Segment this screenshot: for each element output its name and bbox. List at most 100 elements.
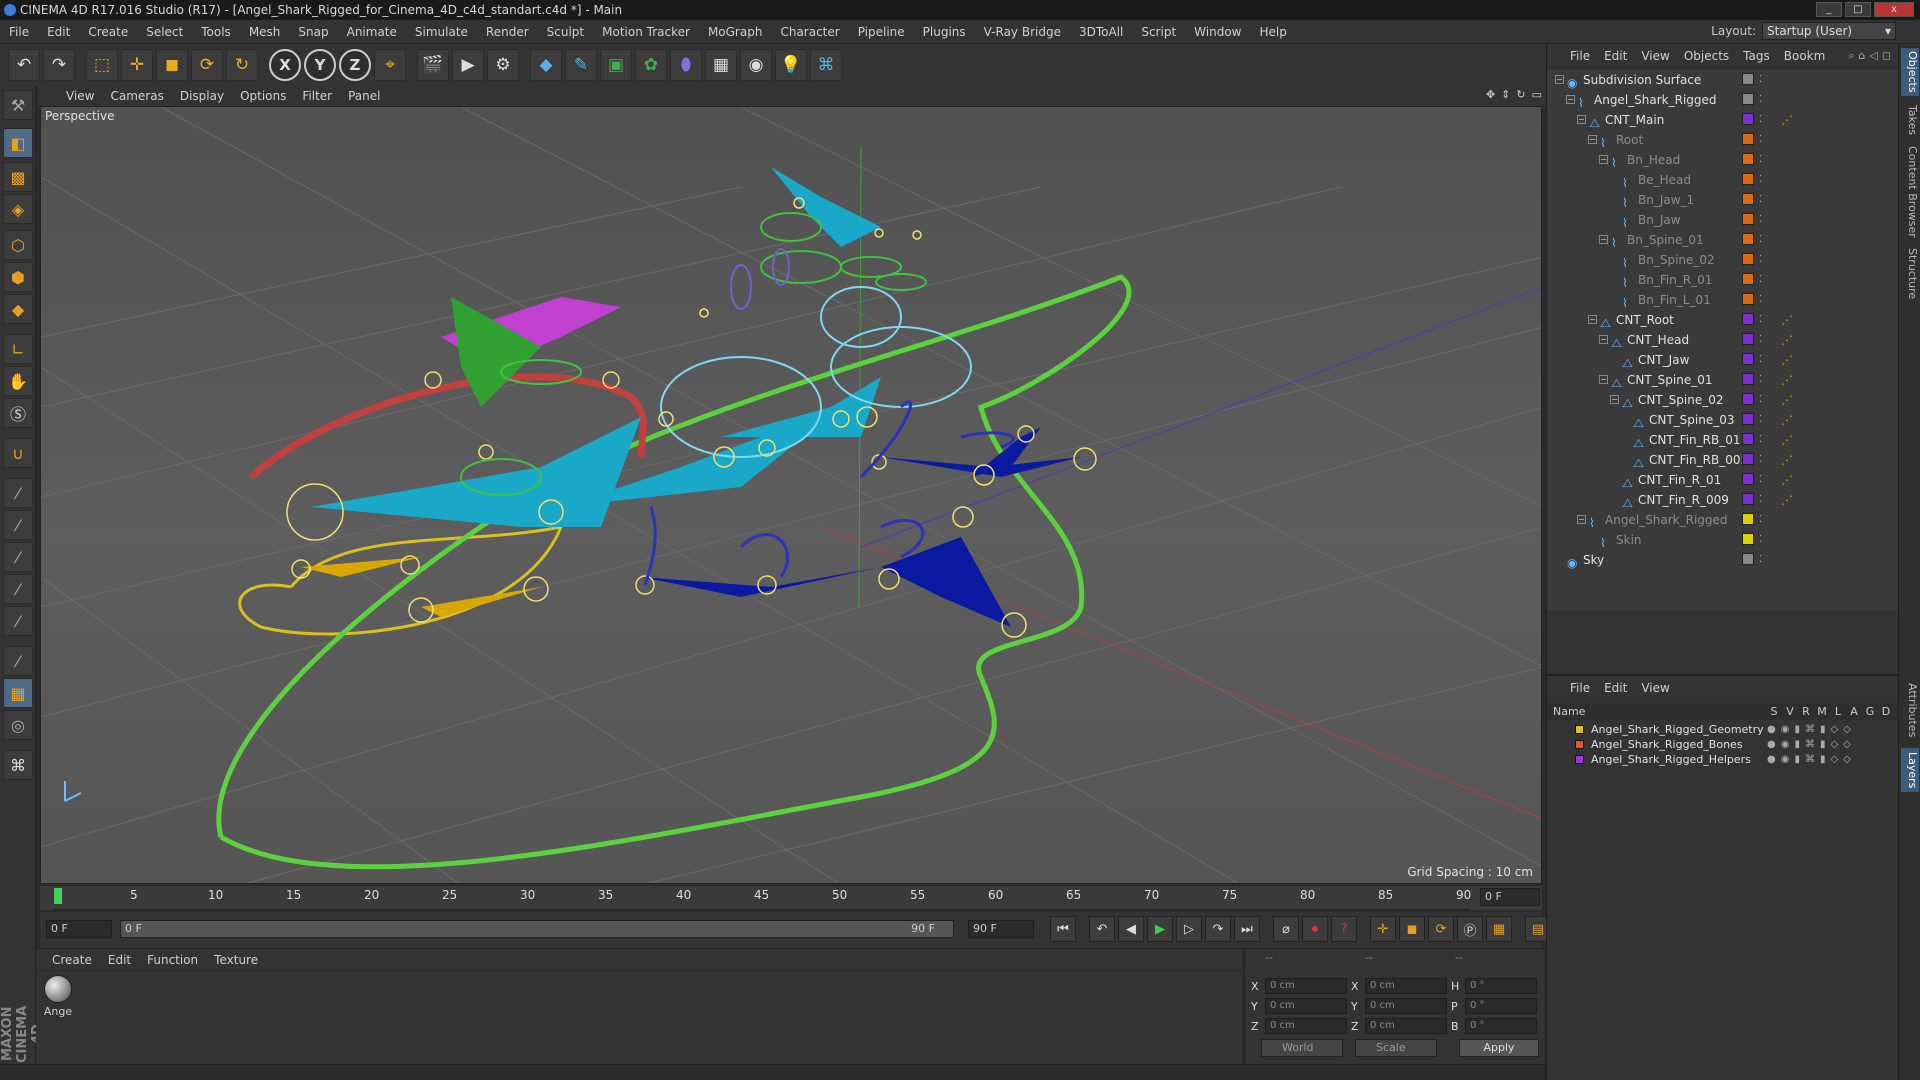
layer-color-tag[interactable] [1742,253,1754,265]
menu-character[interactable]: Character [771,25,848,39]
object-tree-row[interactable]: − ⧍ CNT_Head ⁚ ⋰ [1547,330,1899,350]
sculpt-brush-grab-icon[interactable]: ⁄ [3,510,33,540]
z-axis-lock-button[interactable]: Z [339,49,371,81]
maximize-button[interactable]: □ [1845,2,1871,17]
expand-collapse-icon[interactable]: − [1599,155,1608,164]
python-script-icon[interactable]: ⌘ [3,750,33,780]
visibility-dots-icon[interactable]: ⁚ [1759,430,1762,450]
material-menu-function[interactable]: Function [139,953,206,967]
deformer-icon[interactable]: ⬮ [670,49,702,81]
scale-tool-icon[interactable]: ◼ [156,49,188,81]
object-tree-row[interactable]: − ⧍ CNT_Root ⁚ ⋰ [1547,310,1899,330]
layer-row[interactable]: Angel_Shark_Rigged_Geometry ●◉▮⌘▮◇◇ [1547,722,1899,737]
object-tag-icon[interactable]: ⋰ [1781,370,1793,390]
next-key-icon[interactable]: ↷ [1205,916,1231,942]
previous-key-icon[interactable]: ↶ [1089,916,1115,942]
layers-menu-view[interactable]: View [1634,681,1676,695]
live-selection-icon[interactable]: ⬚ [86,49,118,81]
go-to-end-icon[interactable]: ⏭ [1234,916,1260,942]
object-tree-row[interactable]: − ⌇ Bn_Spine_01 ⁚ [1547,230,1899,250]
object-tag-icon[interactable]: ⋰ [1781,490,1793,510]
menu-motion-tracker[interactable]: Motion Tracker [593,25,699,39]
layer-color-tag[interactable] [1742,313,1754,325]
render-view-icon[interactable]: 🎬 [417,49,449,81]
objects-menu-view[interactable]: View [1634,49,1676,63]
visibility-dots-icon[interactable]: ⁚ [1759,270,1762,290]
menu-mograph[interactable]: MoGraph [699,25,772,39]
render-settings-icon[interactable]: ⚙ [487,49,519,81]
frame-range-slider[interactable]: 0 F 90 F [120,920,954,938]
expand-collapse-icon[interactable]: − [1555,75,1564,84]
light-icon[interactable]: 💡 [775,49,807,81]
subdivision-surface-icon[interactable]: ▣ [600,49,632,81]
key-scale-icon[interactable]: ◼ [1399,916,1425,942]
layer-color-tag[interactable] [1742,353,1754,365]
layer-color-tag[interactable] [1742,373,1754,385]
layer-color-tag[interactable] [1742,533,1754,545]
visibility-dots-icon[interactable]: ⁚ [1759,150,1762,170]
play-forward-icon[interactable]: ▶ [1147,916,1173,942]
layer-color-tag[interactable] [1742,513,1754,525]
object-tag-icon[interactable]: ⋰ [1781,350,1793,370]
size-y-field[interactable]: 0 cm [1365,998,1447,1014]
object-tree-row[interactable]: − ⌇ Angel_Shark_Rigged ⁚ [1547,510,1899,530]
toggle-viewport-layout-icon[interactable]: ▭ [1532,88,1542,101]
object-tree-row[interactable]: ⧍ CNT_Fin_R_01 ⁚ ⋰ [1547,470,1899,490]
layer-color-tag[interactable] [1742,333,1754,345]
layer-toggle-icons[interactable]: ●◉▮⌘▮◇◇ [1767,752,1856,767]
layer-color-tag[interactable] [1742,213,1754,225]
coordinate-mode-dropdown[interactable]: World [1261,1039,1343,1057]
object-tree-row[interactable]: ◉ Sky ⁚ [1547,550,1899,570]
menu-create[interactable]: Create [79,25,137,39]
material-swatch[interactable]: Ange [42,975,74,1018]
tab-objects[interactable]: Objects [1901,48,1919,96]
orbit-view-icon[interactable]: ↻ [1516,88,1525,101]
objects-menu-file[interactable]: File [1563,49,1597,63]
x-axis-lock-button[interactable]: X [269,49,301,81]
layers-menu-file[interactable]: File [1563,681,1597,695]
menu-simulate[interactable]: Simulate [406,25,477,39]
axis-mode-icon[interactable]: ∟ [3,334,33,364]
cube-primitive-icon[interactable]: ◆ [530,49,562,81]
go-to-start-icon[interactable]: ⏮ [1050,916,1076,942]
layer-color-tag[interactable] [1742,413,1754,425]
visibility-dots-icon[interactable]: ⁚ [1759,310,1762,330]
object-manager-search-icon[interactable]: ⌕⌂◁◻ [1848,49,1895,63]
object-tree-row[interactable]: ⌇ Bn_Spine_02 ⁚ [1547,250,1899,270]
expand-collapse-icon[interactable]: − [1599,335,1608,344]
layer-color-tag[interactable] [1742,113,1754,125]
max-frame-field[interactable]: 90 F [968,920,1034,938]
expand-collapse-icon[interactable]: − [1610,395,1619,404]
array-generator-icon[interactable]: ✿ [635,49,667,81]
move-tool-icon[interactable]: ✛ [121,49,153,81]
visibility-dots-icon[interactable]: ⁚ [1759,350,1762,370]
position-x-field[interactable]: 0 cm [1265,978,1347,994]
apply-button[interactable]: Apply [1459,1039,1539,1057]
layer-color-tag[interactable] [1742,233,1754,245]
visibility-dots-icon[interactable]: ⁚ [1759,230,1762,250]
record-keys-icon[interactable]: ⌀ [1273,916,1299,942]
key-pla-icon[interactable]: ▦ [1486,916,1512,942]
menu-file[interactable]: File [0,25,38,39]
floor-scene-icon[interactable]: ▦ [705,49,737,81]
object-tree-row[interactable]: − ⌇ Angel_Shark_Rigged ⁚ [1547,90,1899,110]
visibility-dots-icon[interactable]: ⁚ [1759,550,1762,570]
visibility-dots-icon[interactable]: ⁚ [1759,470,1762,490]
visibility-dots-icon[interactable]: ⁚ [1759,110,1762,130]
key-position-icon[interactable]: ✛ [1370,916,1396,942]
tab-takes[interactable]: Takes [1901,102,1919,138]
material-menu-create[interactable]: Create [44,953,100,967]
layers-menu-edit[interactable]: Edit [1597,681,1634,695]
rotation-b-field[interactable]: 0 ° [1465,1018,1537,1034]
expand-collapse-icon[interactable]: − [1599,375,1608,384]
rotate-tool-icon[interactable]: ⟳ [191,49,223,81]
python-icon[interactable]: ⌘ [810,49,842,81]
sculpt-brush-flatten-icon[interactable]: ⁄ [3,606,33,636]
viewport-menu-view[interactable]: View [58,89,102,103]
layer-color-tag[interactable] [1742,553,1754,565]
minimize-button[interactable]: _ [1816,2,1842,17]
edges-mode-icon[interactable]: ⬢ [3,262,33,292]
visibility-dots-icon[interactable]: ⁚ [1759,170,1762,190]
layer-color-tag[interactable] [1742,473,1754,485]
visibility-dots-icon[interactable]: ⁚ [1759,530,1762,550]
